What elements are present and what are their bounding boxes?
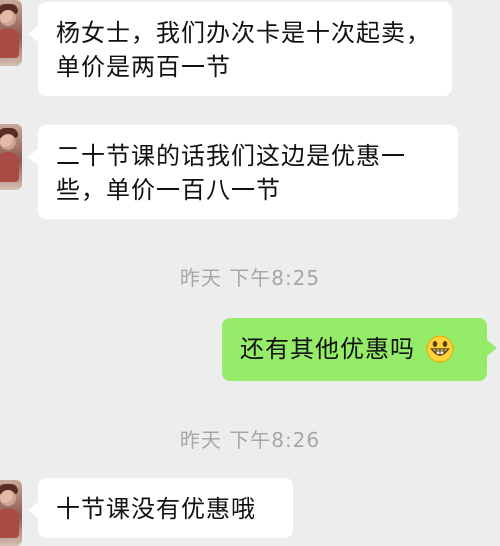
message-text: 二十节课的话我们这边是优惠一些，单价一百八一节 (56, 142, 406, 204)
grinning-face-emoji-icon (426, 335, 454, 363)
contact-avatar[interactable] (0, 480, 22, 546)
timestamp: 昨天 下午8:26 (179, 428, 321, 452)
avatar-face (0, 134, 16, 150)
chat-view: 杨女士，我们办次卡是十次起卖，单价是两百一节 二十节课的话我们这边是优惠一些，单… (0, 0, 500, 546)
timestamp: 昨天 下午8:25 (179, 266, 321, 290)
avatar-body (0, 152, 19, 182)
avatar-body (0, 28, 19, 58)
message-text: 杨女士，我们办次卡是十次起卖，单价是两百一节 (56, 19, 431, 81)
avatar-face (0, 10, 16, 26)
message-text: 十节课没有优惠哦 (56, 495, 256, 523)
avatar-face (0, 490, 16, 506)
message-text: 还有其他优惠吗 (240, 335, 415, 363)
received-message-bubble[interactable]: 杨女士，我们办次卡是十次起卖，单价是两百一节 (28, 2, 452, 96)
sent-message-bubble[interactable]: 还有其他优惠吗 (222, 318, 497, 381)
avatar-body (0, 508, 19, 538)
received-message-bubble[interactable]: 二十节课的话我们这边是优惠一些，单价一百八一节 (28, 125, 458, 219)
contact-avatar[interactable] (0, 0, 22, 66)
received-message-bubble[interactable]: 十节课没有优惠哦 (28, 478, 293, 538)
contact-avatar[interactable] (0, 124, 22, 190)
